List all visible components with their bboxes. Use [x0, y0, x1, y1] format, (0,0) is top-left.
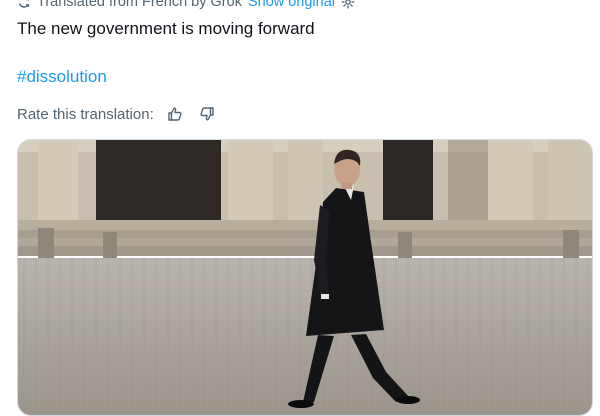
gear-icon[interactable] — [341, 0, 355, 9]
thumbs-up-icon[interactable] — [164, 103, 186, 125]
thumbs-down-icon[interactable] — [196, 103, 218, 125]
post-photo[interactable] — [17, 139, 593, 416]
doorway — [96, 140, 221, 222]
column — [288, 140, 323, 222]
bollard — [103, 232, 117, 262]
rate-translation: Rate this translation: — [17, 103, 218, 125]
hashtag-link[interactable]: #dissolution — [17, 66, 107, 88]
doorway — [383, 140, 433, 222]
post-text: The new government is moving forward — [17, 19, 315, 38]
column — [38, 140, 78, 220]
show-original-link[interactable]: Show original — [248, 0, 335, 10]
translate-icon — [17, 0, 31, 9]
bollard — [38, 228, 54, 262]
bollard — [563, 230, 579, 262]
bollard — [398, 232, 412, 262]
photo-scene — [18, 140, 592, 415]
translation-text: Translated from French by Grok — [37, 0, 242, 10]
column — [228, 140, 273, 222]
column — [548, 140, 592, 222]
rate-label: Rate this translation: — [17, 105, 154, 123]
column — [488, 140, 533, 222]
translation-info: Translated from French by Grok Show orig… — [17, 0, 355, 12]
